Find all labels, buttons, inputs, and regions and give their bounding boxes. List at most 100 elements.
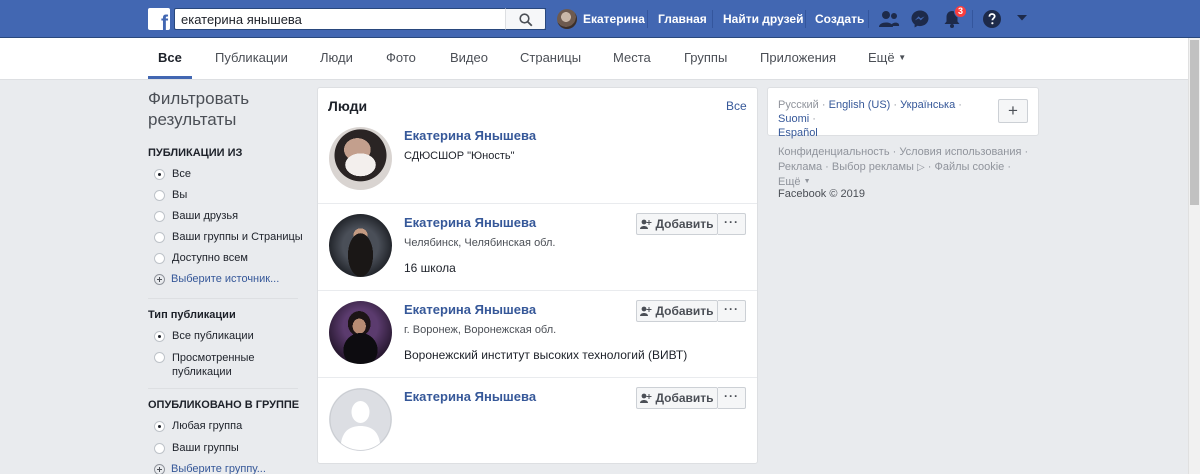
- copyright: Facebook © 2019: [778, 188, 865, 200]
- language-link-spanish[interactable]: Español: [778, 127, 818, 139]
- add-circle-icon: [154, 274, 165, 285]
- account-menu-chevron-icon[interactable]: [1016, 14, 1028, 22]
- radio-icon: [154, 232, 165, 243]
- button-label: Добавить: [655, 391, 714, 405]
- person-name-link[interactable]: Екатерина Янышева: [404, 302, 536, 317]
- choose-source-link[interactable]: Выберите источник...: [154, 273, 279, 285]
- footer-link-cookies[interactable]: Файлы cookie: [934, 161, 1004, 173]
- radio-viewed-posts[interactable]: Просмотренные публикации: [154, 351, 264, 379]
- add-circle-icon: [154, 464, 165, 474]
- tab-groups[interactable]: Группы: [684, 50, 727, 65]
- add-friend-icon: [640, 219, 652, 229]
- radio-all-posts[interactable]: Все публикации: [154, 330, 254, 342]
- people-section-title: Люди: [328, 98, 368, 114]
- link-label: Выберите источник...: [171, 273, 280, 285]
- button-label: Добавить: [655, 304, 714, 318]
- plus-icon: +: [1008, 101, 1018, 120]
- person-name-link[interactable]: Екатерина Янышева: [404, 215, 536, 230]
- language-link-english[interactable]: English (US): [829, 99, 891, 111]
- radio-icon: [154, 443, 165, 454]
- radio-your-groups[interactable]: Ваши группы: [154, 442, 239, 454]
- profile-photo[interactable]: [329, 214, 392, 277]
- ad-choices-icon: ▷: [916, 162, 925, 173]
- language-list: Русский · English (US) · Українська · Su…: [778, 99, 962, 139]
- footer-link-terms[interactable]: Условия использования: [899, 146, 1021, 158]
- radio-posts-from-groups-pages[interactable]: Ваши группы и Страницы: [154, 231, 303, 243]
- divider: [318, 290, 757, 291]
- choose-group-link[interactable]: Выберите группу...: [154, 463, 266, 474]
- avatar: [557, 9, 577, 29]
- add-friend-button[interactable]: Добавить: [636, 300, 718, 322]
- divider: [318, 203, 757, 204]
- add-friend-button[interactable]: Добавить: [636, 213, 718, 235]
- add-friend-icon: [640, 393, 652, 403]
- find-friends-link[interactable]: Найти друзей: [723, 12, 803, 26]
- help-icon[interactable]: [982, 9, 1002, 29]
- tab-apps[interactable]: Приложения: [760, 50, 836, 65]
- see-all-people-link[interactable]: Все: [726, 99, 747, 113]
- current-language: Русский: [778, 99, 819, 111]
- profile-link[interactable]: Екатерина: [557, 9, 645, 29]
- search-icon: [519, 13, 533, 27]
- radio-label: Просмотренные публикации: [172, 352, 255, 378]
- more-dots-icon: ···: [724, 389, 739, 403]
- add-language-button[interactable]: +: [998, 99, 1028, 123]
- radio-label: Все публикации: [172, 330, 254, 342]
- radio-icon: [154, 190, 165, 201]
- language-link-finnish[interactable]: Suomi: [778, 113, 809, 125]
- footer-link-privacy[interactable]: Конфиденциальность: [778, 146, 890, 158]
- search-input[interactable]: [181, 11, 511, 27]
- tab-places[interactable]: Места: [613, 50, 651, 65]
- more-options-button[interactable]: ···: [718, 213, 746, 235]
- person-info: Воронежский институт высоких технологий …: [404, 348, 688, 362]
- default-avatar-icon: [329, 388, 392, 451]
- radio-icon: [154, 352, 165, 363]
- radio-label: Доступно всем: [172, 252, 248, 264]
- radio-label: Ваши группы и Страницы: [172, 231, 303, 243]
- more-options-button[interactable]: ···: [718, 387, 746, 409]
- tab-videos[interactable]: Видео: [450, 50, 488, 65]
- scrollbar-thumb[interactable]: [1190, 40, 1199, 205]
- radio-posts-from-you[interactable]: Вы: [154, 189, 187, 201]
- footer-link-advertising[interactable]: Реклама: [778, 161, 822, 173]
- footer-link-more[interactable]: Ещё ▼: [778, 176, 811, 188]
- add-friend-icon: [640, 306, 652, 316]
- person-name-link[interactable]: Екатерина Янышева: [404, 389, 536, 404]
- tab-more[interactable]: Ещё ▼: [868, 50, 906, 65]
- radio-posts-from-all[interactable]: Все: [154, 168, 191, 180]
- create-link[interactable]: Создать: [815, 12, 864, 26]
- radio-icon: [154, 253, 165, 264]
- facebook-logo-icon[interactable]: f: [148, 8, 170, 30]
- default-profile-photo[interactable]: [329, 388, 392, 451]
- radio-posts-from-friends[interactable]: Ваши друзья: [154, 210, 238, 222]
- radio-label: Все: [172, 168, 191, 180]
- profile-photo[interactable]: [329, 301, 392, 364]
- more-options-button[interactable]: ···: [718, 300, 746, 322]
- tab-people[interactable]: Люди: [320, 50, 353, 65]
- post-type-heading: Тип публикации: [148, 309, 236, 321]
- button-label: Добавить: [655, 217, 714, 231]
- home-link[interactable]: Главная: [658, 12, 707, 26]
- tab-all[interactable]: Все: [158, 50, 182, 65]
- person-info: 16 школа: [404, 261, 456, 275]
- more-dots-icon: ···: [724, 215, 739, 229]
- tab-pages[interactable]: Страницы: [520, 50, 581, 65]
- messenger-icon[interactable]: [910, 9, 930, 29]
- divider: [647, 10, 648, 28]
- person-name-link[interactable]: Екатерина Янышева: [404, 128, 536, 143]
- divider: [148, 388, 298, 389]
- radio-any-group[interactable]: Любая группа: [154, 420, 242, 432]
- tab-posts[interactable]: Публикации: [215, 50, 288, 65]
- footer-link-ad-choices[interactable]: Выбор рекламы ▷: [832, 161, 925, 173]
- tab-photos[interactable]: Фото: [386, 50, 416, 65]
- radio-posts-from-public[interactable]: Доступно всем: [154, 252, 248, 264]
- add-friend-button[interactable]: Добавить: [636, 387, 718, 409]
- radio-label: Вы: [172, 189, 188, 201]
- divider: [868, 10, 869, 28]
- caret-down-icon: ▼: [898, 53, 907, 62]
- search-button[interactable]: [505, 8, 546, 30]
- radio-label: Любая группа: [172, 420, 243, 432]
- language-link-ukrainian[interactable]: Українська: [900, 99, 955, 111]
- profile-photo[interactable]: [329, 127, 392, 190]
- friend-requests-icon[interactable]: [878, 9, 900, 29]
